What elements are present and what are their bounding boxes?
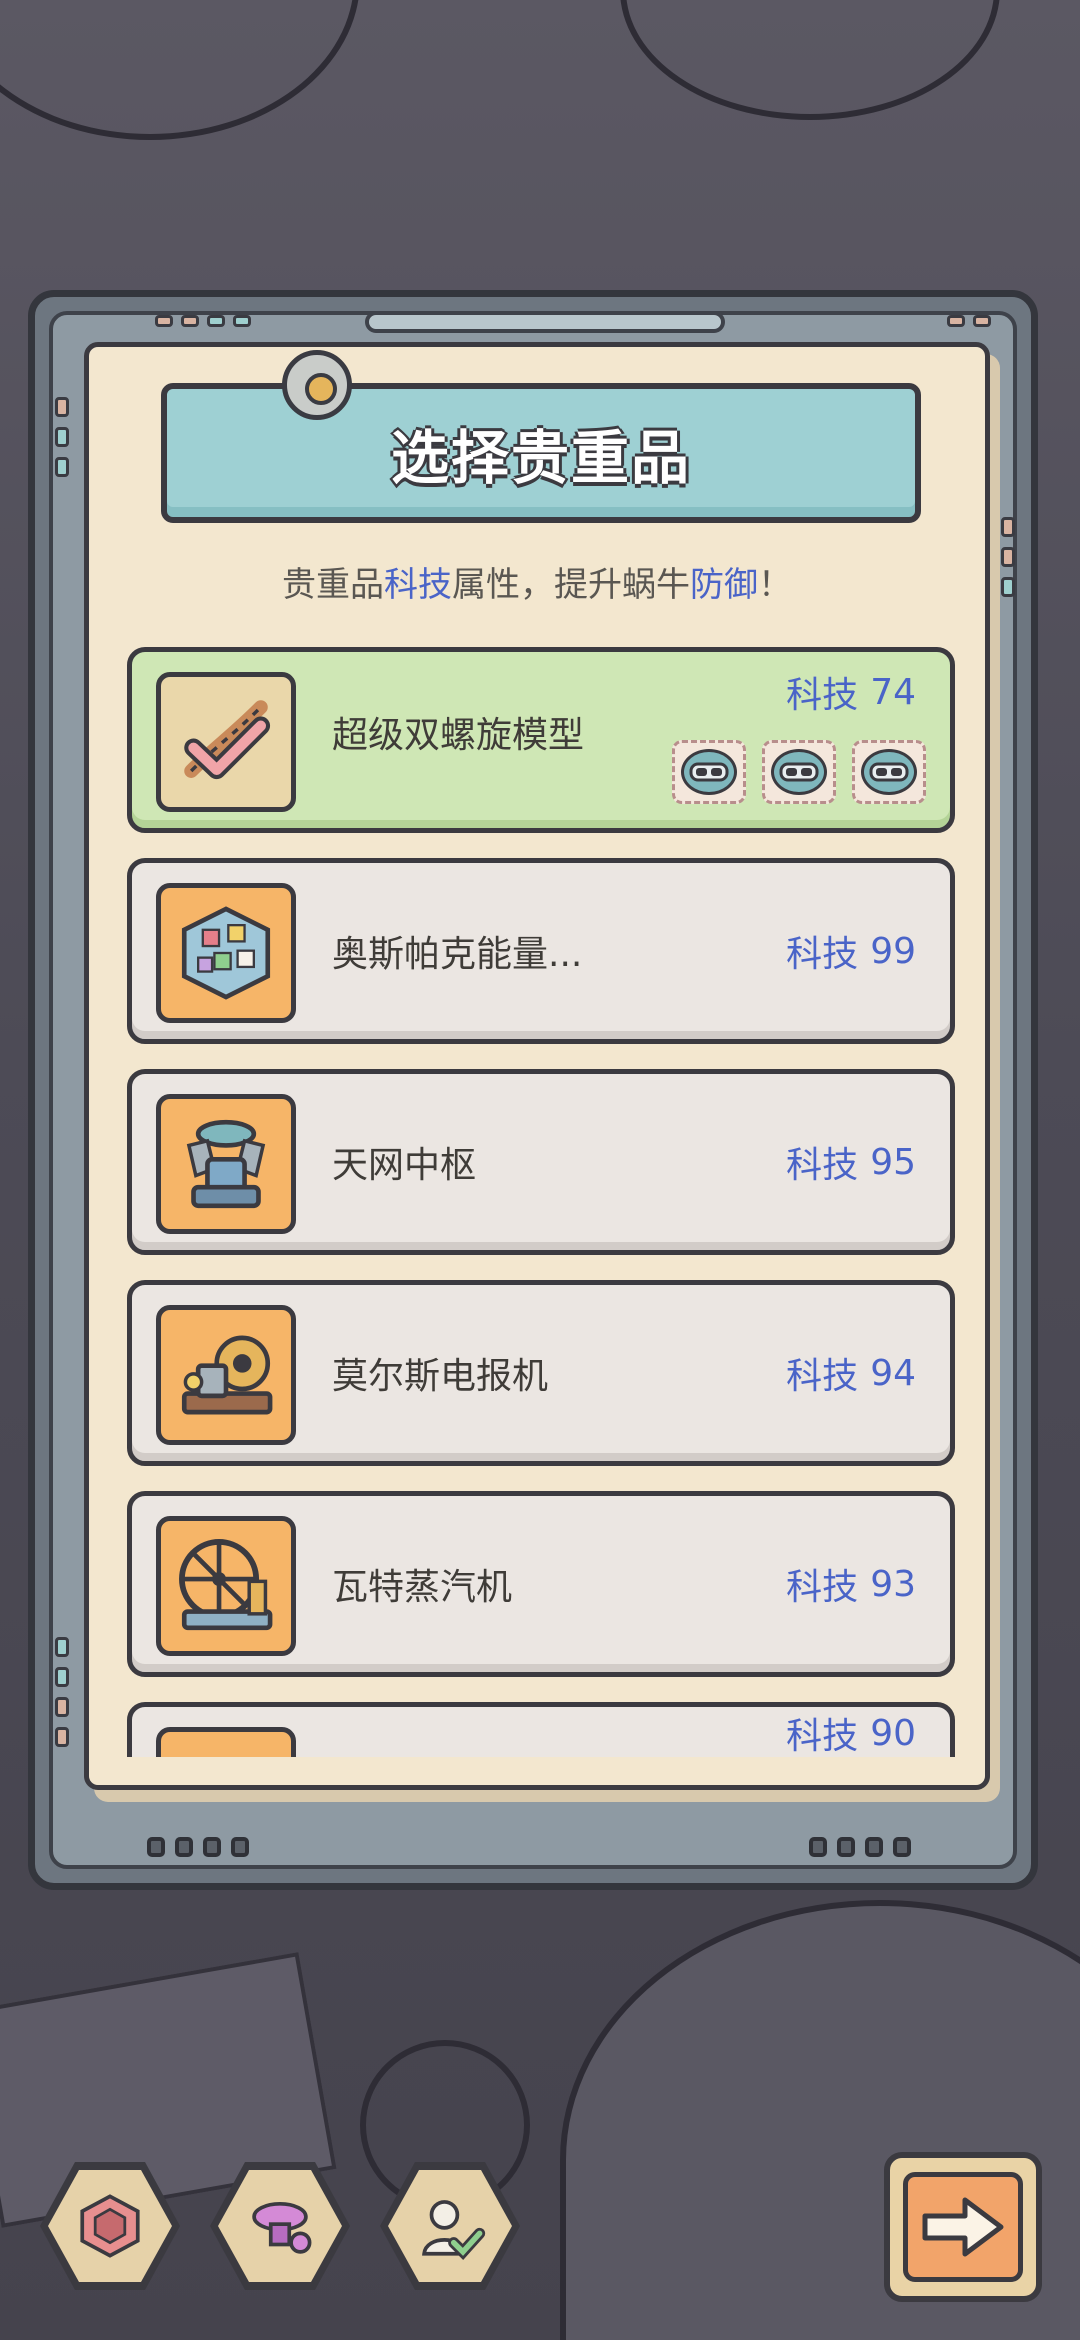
subtitle-text: 属性，提升蜗牛 [452, 565, 690, 605]
double-helix-icon [156, 672, 296, 812]
telegraph-icon [156, 1305, 296, 1445]
side-lights [55, 397, 69, 477]
stat-label: 科技 [786, 1145, 859, 1186]
item-icon [156, 1727, 296, 1757]
valuable-item-card[interactable]: 奥斯帕克能量... 科技 99 [127, 858, 955, 1044]
goggles-slot-icon [762, 740, 836, 804]
stat-value: 74 [870, 671, 916, 713]
valuables-list[interactable]: 超级双螺旋模型 科技 74 奥斯帕克能量... 科技 99 天网中枢 科技 95… [127, 647, 955, 1757]
foot-rivets [809, 1837, 911, 1857]
goggles-slot-icon [852, 740, 926, 804]
energy-cube-icon [156, 883, 296, 1023]
stat-label: 科技 [786, 1716, 859, 1757]
slot-chips [672, 740, 926, 804]
subtitle-highlight-tech: 科技 [384, 565, 452, 605]
item-stat: 科技 99 [786, 863, 916, 1039]
stat-label: 科技 [786, 1356, 859, 1397]
stat-value: 90 [870, 1712, 916, 1754]
subtitle-text: 贵重品 [282, 565, 384, 605]
pipe-decoration [0, 0, 360, 140]
dialog-subtitle: 贵重品科技属性，提升蜗牛防御！ [89, 557, 985, 606]
subtitle-text: ！ [758, 565, 792, 605]
stat-label: 科技 [786, 1567, 859, 1608]
pipe-decoration [620, 0, 1000, 120]
stat-value: 95 [870, 1141, 916, 1183]
skynet-hub-icon [156, 1094, 296, 1234]
panel-knob [282, 350, 352, 420]
next-button[interactable] [884, 2152, 1042, 2302]
item-name: 超级双螺旋模型 [332, 715, 585, 756]
side-lights [1001, 517, 1015, 597]
item-stat: 科技 94 [786, 1285, 916, 1461]
goggles-slot-icon [672, 740, 746, 804]
stat-label: 科技 [786, 934, 859, 975]
steam-engine-icon [156, 1516, 296, 1656]
gear-tool-icon [252, 2201, 312, 2254]
item-stat: 科技 90 [786, 1645, 916, 1758]
arrow-right-icon [922, 2197, 1004, 2257]
dialog-title: 选择贵重品 [390, 424, 691, 492]
valuable-item-card[interactable]: 超级双螺旋模型 科技 74 [127, 647, 955, 833]
item-name: 瓦特蒸汽机 [332, 1567, 513, 1608]
title-banner: 选择贵重品 [161, 383, 921, 523]
stat-value: 93 [870, 1563, 916, 1605]
valuable-item-card[interactable]: 天网中枢 科技 95 [127, 1069, 955, 1255]
valuables-dialog: 选择贵重品 贵重品科技属性，提升蜗牛防御！ 超级双螺旋模型 科技 74 奥斯帕克… [84, 342, 990, 1790]
subtitle-highlight-defense: 防御 [690, 565, 758, 605]
foot-rivets [147, 1837, 249, 1857]
item-stat: 科技 95 [786, 1074, 916, 1250]
rivet-row [155, 315, 251, 327]
side-lights [55, 1637, 69, 1747]
top-bar-slot [365, 311, 725, 333]
rune-icon [80, 2194, 140, 2258]
item-name: 奥斯帕克能量... [332, 934, 583, 975]
valuable-item-card[interactable]: 莫尔斯电报机 科技 94 [127, 1280, 955, 1466]
stat-value: 94 [870, 1352, 916, 1394]
stat-label: 科技 [786, 675, 859, 716]
stat-value: 99 [870, 930, 916, 972]
item-name: 天网中枢 [332, 1145, 477, 1186]
item-name: 莫尔斯电报机 [332, 1356, 549, 1397]
rivet-row [947, 315, 991, 327]
valuable-item-card[interactable]: 科技 90 [127, 1702, 955, 1757]
avatar-check-icon [422, 2200, 486, 2260]
